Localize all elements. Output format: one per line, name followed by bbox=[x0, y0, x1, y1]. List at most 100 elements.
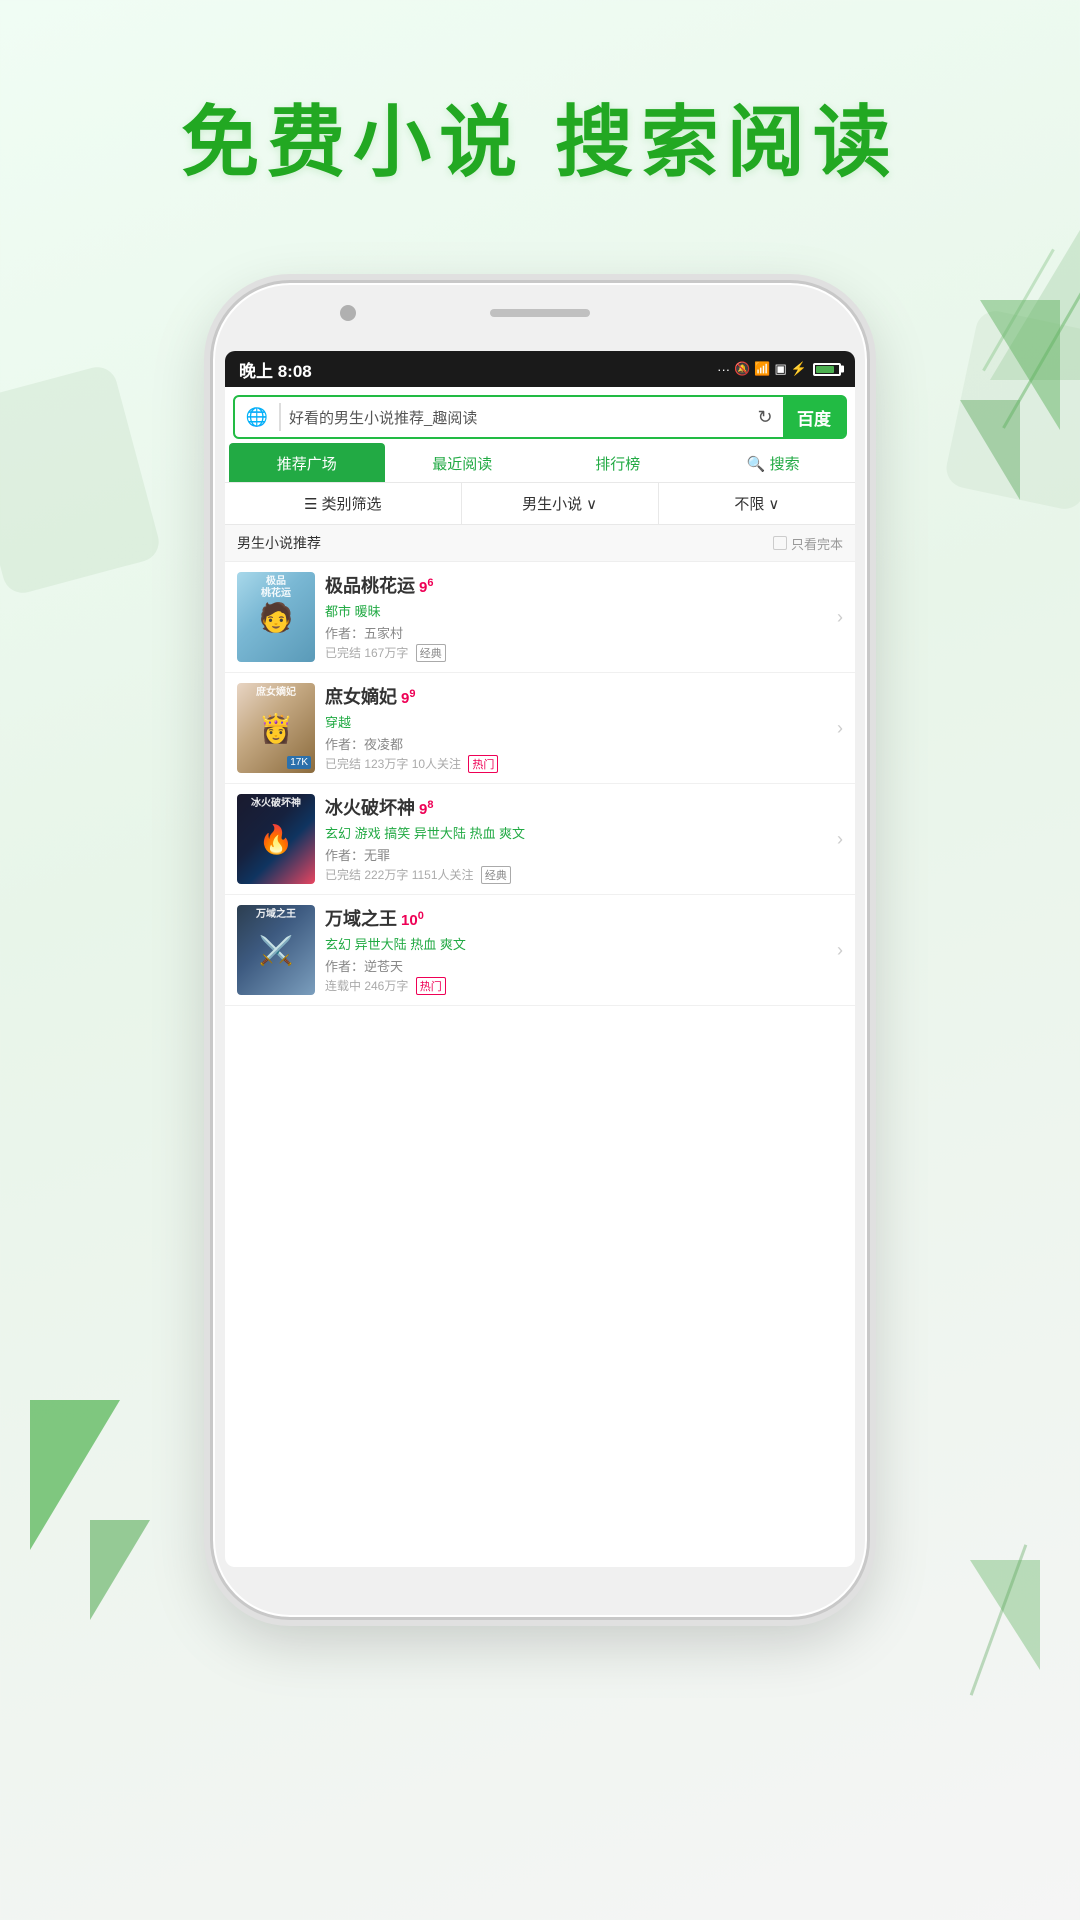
bg-decoration-triangle-top-right bbox=[990, 180, 1080, 380]
bg-decoration-card-right bbox=[943, 307, 1080, 512]
chevron-down-limit-icon: ∨ bbox=[768, 495, 779, 513]
book-cover-2: 庶女嫡妃 👸 17K bbox=[237, 683, 315, 773]
cover-title-4: 万域之王 bbox=[239, 909, 313, 921]
tab-recommend[interactable]: 推荐广场 bbox=[229, 443, 385, 482]
cover-badge-2: 17K bbox=[287, 756, 311, 769]
book-title-1: 极品桃花运 bbox=[325, 572, 415, 598]
browser-url[interactable]: 好看的男生小说推荐_趣阅读 bbox=[281, 407, 747, 428]
refresh-icon[interactable]: ↻ bbox=[747, 399, 783, 435]
phone-speaker bbox=[490, 309, 590, 317]
globe-icon: 🌐 bbox=[241, 401, 273, 433]
bg-decoration-triangle-bottom-left2 bbox=[90, 1520, 150, 1620]
filter-bar: ☰ 类别筛选 男生小说 ∨ 不限 ∨ bbox=[225, 483, 855, 525]
book-rating-2: 99 bbox=[401, 688, 415, 707]
book-tags-2: 穿越 bbox=[325, 712, 827, 731]
book-title-row-2: 庶女嫡妃 99 bbox=[325, 683, 827, 709]
filter-category-label: 类别筛选 bbox=[321, 493, 381, 514]
chevron-right-icon-4: › bbox=[837, 940, 843, 961]
book-stats-4: 连载中 246万字 热门 bbox=[325, 977, 827, 995]
section-filter-label: 只看完本 bbox=[791, 534, 843, 553]
bg-decoration-triangle-green-right bbox=[980, 300, 1060, 430]
filter-limit[interactable]: 不限 ∨ bbox=[659, 483, 855, 524]
book-badge-1: 经典 bbox=[416, 644, 446, 662]
phone-screen: 晚上 8:08 ··· 🔕 📶 ▣ ⚡ 🌐 好看的男生小说推荐_趣阅读 ↻ bbox=[225, 351, 855, 1567]
tab-rank-label: 排行榜 bbox=[595, 456, 640, 473]
book-author-4: 作者：逆苍天 bbox=[325, 956, 827, 975]
filter-category[interactable]: ☰ 类别筛选 bbox=[225, 483, 462, 524]
book-stats-3: 已完结 222万字 1151人关注 经典 bbox=[325, 866, 827, 884]
book-cover-1: 极品桃花运 🧑 bbox=[237, 572, 315, 662]
status-time: 晚上 8:08 bbox=[239, 357, 312, 382]
book-stats-1: 已完结 167万字 经典 bbox=[325, 644, 827, 662]
book-author-1: 作者：五家村 bbox=[325, 623, 827, 642]
tab-recent[interactable]: 最近阅读 bbox=[385, 443, 541, 482]
baidu-button[interactable]: 百度 bbox=[783, 397, 845, 437]
book-rating-4: 100 bbox=[401, 910, 424, 929]
cover-title-1: 极品桃花运 bbox=[239, 576, 313, 600]
book-rating-1: 96 bbox=[419, 577, 433, 596]
sim-icon: ▣ bbox=[775, 361, 787, 377]
tab-rank[interactable]: 排行榜 bbox=[540, 443, 696, 482]
chevron-down-genre-icon: ∨ bbox=[586, 495, 597, 513]
chevron-right-icon-2: › bbox=[837, 718, 843, 739]
phone-camera bbox=[340, 305, 356, 321]
book-badge-3: 经典 bbox=[481, 866, 511, 884]
book-info-3: 冰火破坏神 98 玄幻 游戏 搞笑 异世大陆 热血 爽文 作者：无罪 已完结 2… bbox=[325, 794, 827, 884]
app-headline: 免费小说 搜索阅读 bbox=[0, 80, 1080, 192]
browser-bar[interactable]: 🌐 好看的男生小说推荐_趣阅读 ↻ 百度 bbox=[233, 395, 847, 439]
list-icon: ☰ bbox=[304, 495, 317, 513]
book-badge-4: 热门 bbox=[416, 977, 446, 995]
book-item[interactable]: 极品桃花运 🧑 极品桃花运 96 都市 暖昧 作者：五家村 已完结 167万字 … bbox=[225, 562, 855, 673]
filter-limit-label: 不限 bbox=[734, 493, 764, 514]
book-item[interactable]: 庶女嫡妃 👸 17K 庶女嫡妃 99 穿越 作者：夜凌都 已完结 123万字 1… bbox=[225, 673, 855, 784]
search-icon: 🔍 bbox=[747, 455, 766, 473]
phone-body: 晚上 8:08 ··· 🔕 📶 ▣ ⚡ 🌐 好看的男生小说推荐_趣阅读 ↻ bbox=[210, 280, 870, 1620]
book-cover-4: 万域之王 ⚔️ bbox=[237, 905, 315, 995]
book-cover-3: 冰火破坏神 🔥 bbox=[237, 794, 315, 884]
section-title: 男生小说推荐 bbox=[237, 533, 321, 553]
book-item[interactable]: 冰火破坏神 🔥 冰火破坏神 98 玄幻 游戏 搞笑 异世大陆 热血 爽文 作者：… bbox=[225, 784, 855, 895]
book-info-2: 庶女嫡妃 99 穿越 作者：夜凌都 已完结 123万字 10人关注 热门 bbox=[325, 683, 827, 773]
book-tags-4: 玄幻 异世大陆 热血 爽文 bbox=[325, 934, 827, 953]
book-title-row-1: 极品桃花运 96 bbox=[325, 572, 827, 598]
chevron-right-icon-3: › bbox=[837, 829, 843, 850]
book-rating-3: 98 bbox=[419, 799, 433, 818]
book-info-1: 极品桃花运 96 都市 暖昧 作者：五家村 已完结 167万字 经典 bbox=[325, 572, 827, 662]
tab-search[interactable]: 🔍 搜索 bbox=[696, 443, 852, 482]
section-filter[interactable]: 只看完本 bbox=[773, 534, 843, 553]
bg-decoration-line-right-top bbox=[1002, 271, 1080, 428]
mute-icon: 🔕 bbox=[734, 361, 750, 377]
book-title-row-3: 冰火破坏神 98 bbox=[325, 794, 827, 820]
bg-decoration-triangle-green-right2 bbox=[960, 400, 1020, 500]
book-list: 极品桃花运 🧑 极品桃花运 96 都市 暖昧 作者：五家村 已完结 167万字 … bbox=[225, 562, 855, 1567]
tab-recent-label: 最近阅读 bbox=[432, 456, 492, 473]
book-info-4: 万域之王 100 玄幻 异世大陆 热血 爽文 作者：逆苍天 连载中 246万字 … bbox=[325, 905, 827, 995]
book-stats-2: 已完结 123万字 10人关注 热门 bbox=[325, 755, 827, 773]
status-icons: ··· 🔕 📶 ▣ ⚡ bbox=[717, 361, 841, 377]
signal-icon: ··· bbox=[717, 362, 730, 377]
chevron-right-icon-1: › bbox=[837, 607, 843, 628]
bg-decoration-triangle-bottom-right bbox=[970, 1560, 1040, 1670]
book-title-3: 冰火破坏神 bbox=[325, 794, 415, 820]
complete-only-checkbox[interactable] bbox=[773, 536, 787, 550]
book-title-2: 庶女嫡妃 bbox=[325, 683, 397, 709]
bg-decoration-line-bottom-right bbox=[970, 1544, 1028, 1695]
bg-decoration-triangle-bottom-left bbox=[30, 1400, 120, 1550]
cover-title-2: 庶女嫡妃 bbox=[239, 687, 313, 699]
tab-recommend-label: 推荐广场 bbox=[277, 456, 337, 473]
phone-mockup: 晚上 8:08 ··· 🔕 📶 ▣ ⚡ 🌐 好看的男生小说推荐_趣阅读 ↻ bbox=[210, 280, 870, 1620]
filter-genre[interactable]: 男生小说 ∨ bbox=[462, 483, 659, 524]
bg-decoration-line-right-top2 bbox=[982, 249, 1055, 372]
book-tags-3: 玄幻 游戏 搞笑 异世大陆 热血 爽文 bbox=[325, 823, 827, 842]
charge-icon: ⚡ bbox=[791, 361, 807, 377]
wifi-icon: 📶 bbox=[754, 361, 770, 377]
section-header: 男生小说推荐 只看完本 bbox=[225, 525, 855, 562]
cover-title-3: 冰火破坏神 bbox=[239, 798, 313, 810]
book-author-2: 作者：夜凌都 bbox=[325, 734, 827, 753]
nav-tabs: 推荐广场 最近阅读 排行榜 🔍 搜索 bbox=[225, 443, 855, 483]
tab-search-label: 搜索 bbox=[770, 453, 800, 474]
status-bar: 晚上 8:08 ··· 🔕 📶 ▣ ⚡ bbox=[225, 351, 855, 387]
book-badge-2: 热门 bbox=[468, 755, 498, 773]
book-tags-1: 都市 暖昧 bbox=[325, 601, 827, 620]
book-item[interactable]: 万域之王 ⚔️ 万域之王 100 玄幻 异世大陆 热血 爽文 作者：逆苍天 连载… bbox=[225, 895, 855, 1006]
